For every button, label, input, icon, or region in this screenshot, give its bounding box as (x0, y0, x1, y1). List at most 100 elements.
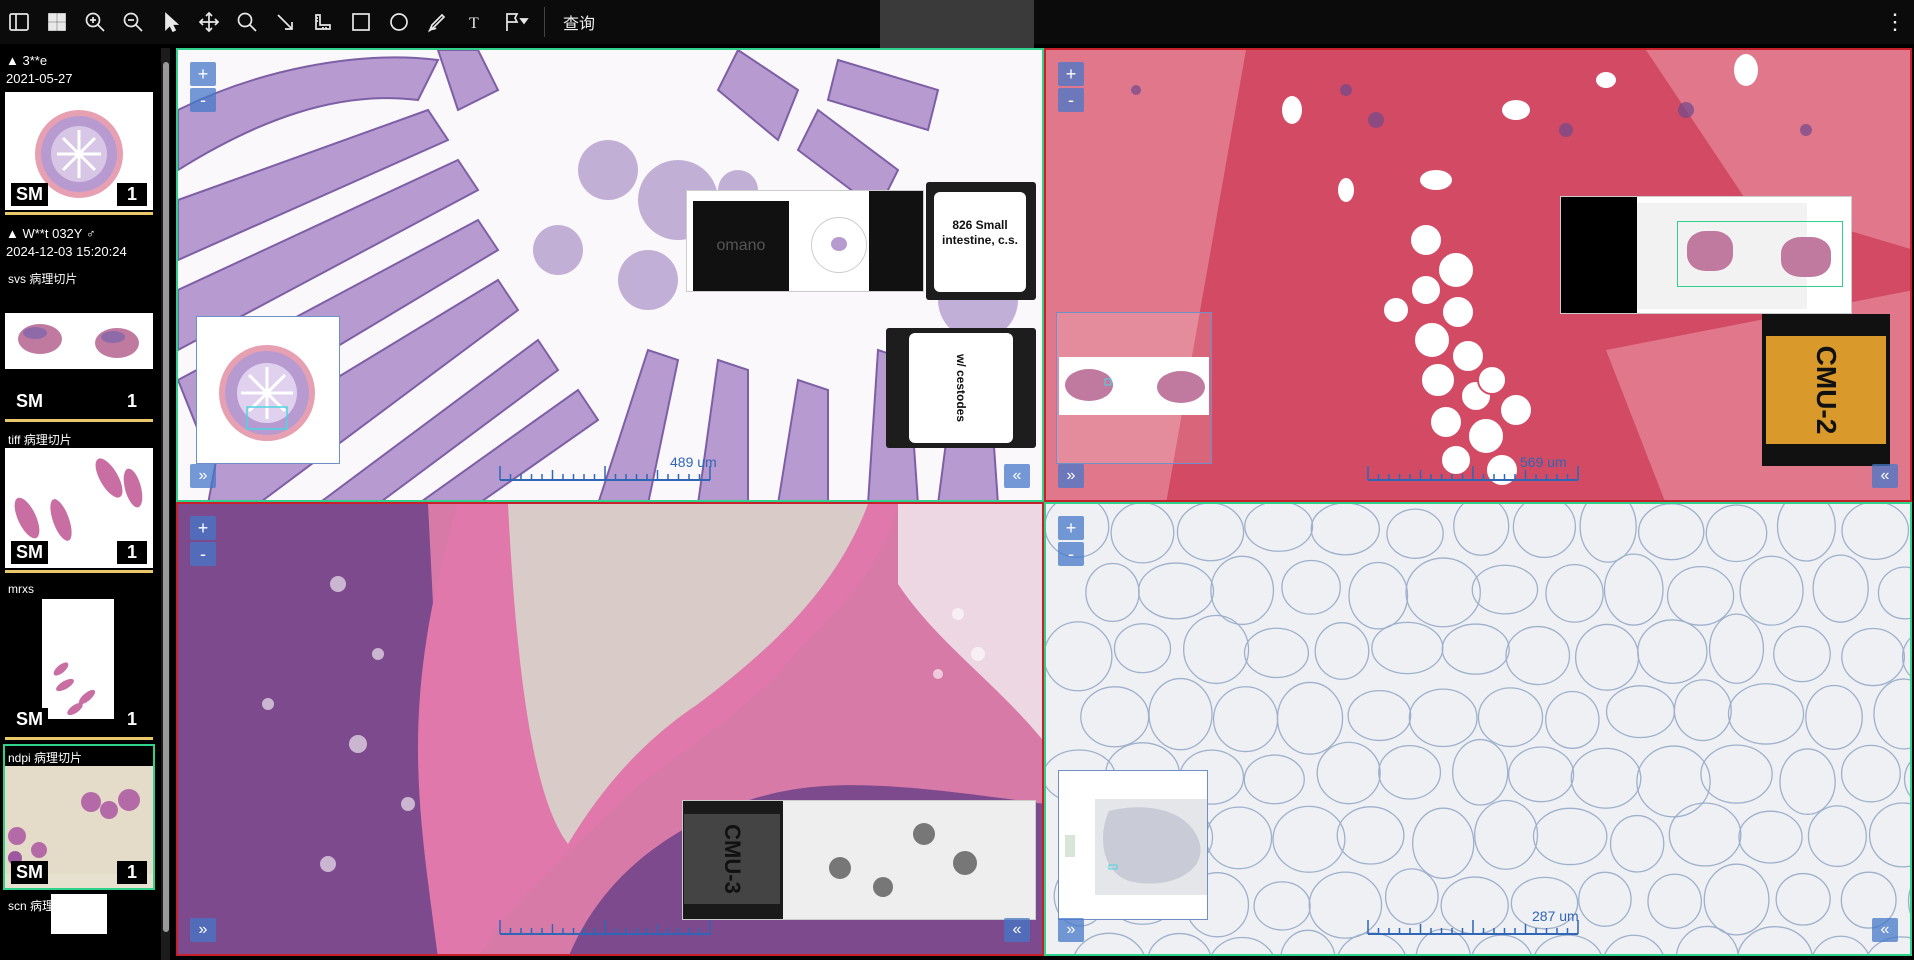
patient-header[interactable]: ▲ 3**e 2021-05-27 (0, 48, 172, 92)
study-label: scn 病理 (8, 899, 55, 913)
zoom-out-button[interactable]: - (190, 88, 216, 112)
thumbnail-image: SM 1 (5, 599, 153, 735)
svg-text:T: T (469, 15, 479, 32)
slide-overview-label: omano (686, 190, 924, 292)
expand-left-button[interactable]: » (190, 464, 216, 488)
slide-specimen (829, 857, 851, 879)
patient-name: ▲ 3**e (6, 53, 48, 68)
pan-move-icon[interactable] (190, 0, 228, 44)
study-thumbnail[interactable]: ndpi 病理切片 SM 1 (3, 744, 155, 890)
slide-specimen (1781, 237, 1831, 277)
expand-left-button[interactable]: » (1058, 918, 1084, 942)
modality-badge: SM (11, 861, 48, 884)
minimap[interactable] (1058, 770, 1208, 920)
rectangle-icon[interactable] (342, 0, 380, 44)
toggle-sidebar-icon[interactable] (0, 0, 38, 44)
minimap[interactable] (196, 316, 340, 464)
scale-bar-label: 287 um (1532, 908, 1579, 924)
patient-name: ▲ W**t 032Y ♂ (6, 226, 96, 241)
slide-specimen (1687, 231, 1733, 271)
zoom-in-button[interactable]: + (190, 62, 216, 86)
thumbnail-image: SM 1 (5, 766, 153, 888)
layout-grid-icon[interactable] (38, 0, 76, 44)
arrow-annotation-icon[interactable] (266, 0, 304, 44)
expand-right-button[interactable]: « (1872, 464, 1898, 488)
zoom-out-button[interactable]: - (190, 542, 216, 566)
patient-date: 2021-05-27 (6, 71, 73, 86)
patient-header[interactable]: ▲ W**t 032Y ♂ 2024-12-03 15:20:24 (0, 221, 172, 265)
thumbnail-image: SM 1 (5, 92, 153, 210)
study-underline (5, 737, 153, 740)
freehand-pen-icon[interactable] (418, 0, 456, 44)
viewport-3[interactable]: CMU-3 + - » « (176, 502, 1044, 956)
text-annotation-icon[interactable]: T (456, 0, 494, 44)
slide-label-handwriting: w/ cestodes (909, 333, 1013, 443)
thumbnail-image: SM 1 (5, 448, 153, 568)
zoom-out-button[interactable]: - (1058, 88, 1084, 112)
study-thumbnail[interactable]: svs 病理切片 SM 1 (5, 267, 153, 422)
study-label: mrxs (8, 582, 34, 596)
sidebar-scrollbar-thumb[interactable] (163, 62, 169, 932)
study-underline (5, 419, 153, 422)
expand-right-button[interactable]: « (1004, 918, 1030, 942)
slide-label-text: CMU-3 (684, 814, 780, 904)
slide-brand-label: omano (693, 201, 789, 291)
slide-overview-label: CMU-3 (682, 800, 1036, 920)
zoom-in-button[interactable]: + (1058, 62, 1084, 86)
slide-label-text: 826 Small intestine, c.s. (934, 192, 1026, 292)
study-thumbnail[interactable]: tiff 病理切片 SM 1 (5, 428, 153, 573)
slide-specimen (831, 237, 847, 251)
expand-left-button[interactable]: » (1058, 464, 1084, 488)
study-label: ndpi 病理切片 (8, 751, 83, 765)
study-underline (5, 212, 153, 215)
expand-left-button[interactable]: » (190, 918, 216, 942)
expand-right-button[interactable]: « (1004, 464, 1030, 488)
viewport-4[interactable]: 287 um + - » « (1044, 502, 1912, 956)
slide-label-dark-edge (1561, 197, 1637, 313)
scale-bar-label: 569 um (1520, 454, 1567, 470)
modality-badge: SM (11, 708, 48, 731)
slide-overview-label (1560, 196, 1852, 314)
study-thumbnail[interactable]: mrxs SM 1 (5, 579, 153, 740)
slide-specimen (873, 877, 893, 897)
query-button[interactable]: 查询 (551, 10, 607, 34)
flag-dropdown-icon[interactable] (494, 0, 538, 44)
slide-label-text: CMU-2 (1766, 336, 1886, 444)
magnifier-icon[interactable] (228, 0, 266, 44)
scale-bar-label: 489 um (670, 454, 717, 470)
slide-label-dark-edge (869, 191, 923, 291)
select-pointer-icon[interactable] (152, 0, 190, 44)
viewport-1[interactable]: omano 826 Small intestine, c.s. w/ cesto… (176, 48, 1044, 502)
zoom-in-button[interactable]: + (190, 516, 216, 540)
toolbar-divider (544, 7, 545, 37)
study-label: svs 病理切片 (8, 272, 78, 286)
study-thumbnail[interactable]: scn 病理 (5, 894, 153, 934)
image-count-badge: 1 (116, 861, 147, 884)
study-label: tiff 病理切片 (8, 433, 72, 447)
zoom-out-icon[interactable] (114, 0, 152, 44)
ellipse-icon[interactable] (380, 0, 418, 44)
slide-specimen (913, 823, 935, 845)
slide-text-label-rotated: w/ cestodes (886, 328, 1036, 448)
zoom-in-icon[interactable] (76, 0, 114, 44)
toolbar-active-tab-highlight (880, 0, 1034, 48)
kebab-menu-icon[interactable]: ⋮ (1884, 0, 1906, 44)
study-thumbnail[interactable]: SM 1 (5, 92, 153, 215)
viewport-2[interactable]: CMU-2 569 um + - » « (1044, 48, 1912, 502)
zoom-out-button[interactable]: - (1058, 542, 1084, 566)
thumbnail-image: SM 1 (5, 287, 153, 417)
image-count-badge: 1 (116, 708, 147, 731)
modality-badge: SM (11, 541, 48, 564)
image-count-badge: 1 (116, 541, 147, 564)
patient-date: 2024-12-03 15:20:24 (6, 244, 127, 259)
slide-specimen (953, 851, 977, 875)
study-sidebar: ▲ 3**e 2021-05-27 SM 1 ▲ W**t 032Y ♂ 202… (0, 48, 172, 960)
image-count-badge: 1 (116, 183, 147, 206)
modality-badge: SM (11, 183, 48, 206)
zoom-in-button[interactable]: + (1058, 516, 1084, 540)
expand-right-button[interactable]: « (1872, 918, 1898, 942)
ruler-icon[interactable] (304, 0, 342, 44)
minimap[interactable] (1056, 312, 1212, 464)
modality-badge: SM (11, 390, 48, 413)
slide-text-label: CMU-2 (1762, 314, 1890, 466)
